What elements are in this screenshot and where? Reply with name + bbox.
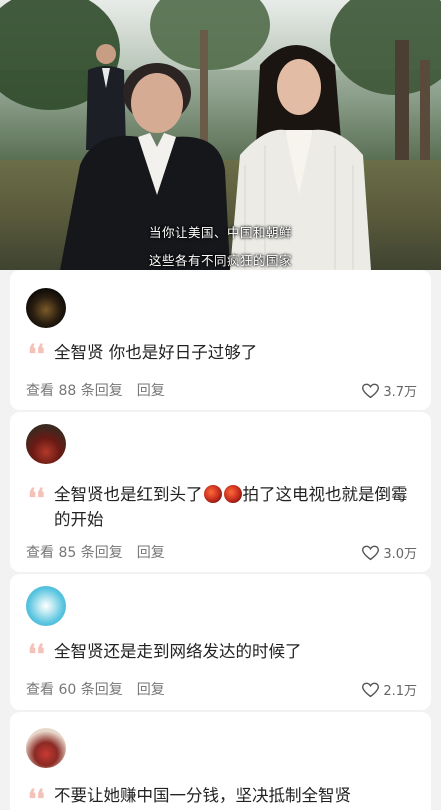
comment-card: ❛❛ 不要让她赚中国一分钱，坚决抵制全智贤 (10, 712, 431, 810)
subtitle-line-1: 当你让美国、中国和朝鲜 (148, 225, 292, 240)
video-player[interactable]: 当你让美国、中国和朝鲜 这些各有不同疯狂的国家 (0, 0, 441, 270)
quote-icon: ❛❛ (28, 640, 45, 670)
reply-button[interactable]: 回复 (137, 682, 165, 698)
avatar[interactable] (26, 728, 66, 768)
quote-icon: ❛❛ (28, 484, 45, 514)
quote-icon: ❛❛ (28, 785, 45, 810)
view-replies-link[interactable]: 查看 88 条回复 (26, 383, 123, 399)
comment-text: 全智贤也是红到头了 拍了这电视也就是倒霉的开始 (54, 482, 417, 532)
like-button[interactable]: 2.1万 (362, 680, 417, 699)
comment-meta: 查看 85 条回复 回复 (26, 542, 165, 562)
subtitle-line-2: 这些各有不同疯狂的国家 (148, 253, 292, 268)
comment-card: ❛❛ 全智贤也是红到头了 拍了这电视也就是倒霉的开始 查看 85 条回复 回复 3.… (10, 412, 431, 572)
heart-icon (362, 383, 380, 398)
avatar[interactable] (26, 424, 66, 464)
avatar[interactable] (26, 586, 66, 626)
heart-icon (362, 545, 380, 560)
reply-button[interactable]: 回复 (137, 383, 165, 399)
heart-icon (362, 682, 380, 697)
comment-text: 全智贤还是走到网络发达的时候了 (54, 642, 302, 661)
fire-emoji-icon (203, 485, 222, 503)
comment-meta: 查看 60 条回复 回复 (26, 679, 165, 699)
comment-text-part1: 全智贤也是红到头了 (54, 485, 203, 504)
comment-card: ❛❛ 全智贤还是走到网络发达的时候了 查看 60 条回复 回复 2.1万 (10, 574, 431, 710)
comment-card: ❛❛ 全智贤 你也是好日子过够了 查看 88 条回复 回复 3.7万 (10, 270, 431, 410)
like-count: 3.0万 (383, 547, 417, 562)
fire-emoji-icon (223, 485, 242, 503)
quote-icon: ❛❛ (28, 340, 45, 370)
comment-text: 不要让她赚中国一分钱，坚决抵制全智贤 (54, 786, 351, 805)
avatar[interactable] (26, 288, 66, 328)
like-count: 3.7万 (383, 385, 417, 400)
comment-meta: 查看 88 条回复 回复 (26, 380, 165, 400)
comment-text: 全智贤 你也是好日子过够了 (54, 343, 258, 362)
view-replies-link[interactable]: 查看 85 条回复 (26, 545, 123, 561)
view-replies-link[interactable]: 查看 60 条回复 (26, 682, 123, 698)
like-count: 2.1万 (383, 684, 417, 699)
like-button[interactable]: 3.0万 (362, 543, 417, 562)
like-button[interactable]: 3.7万 (362, 381, 417, 400)
reply-button[interactable]: 回复 (137, 545, 165, 561)
